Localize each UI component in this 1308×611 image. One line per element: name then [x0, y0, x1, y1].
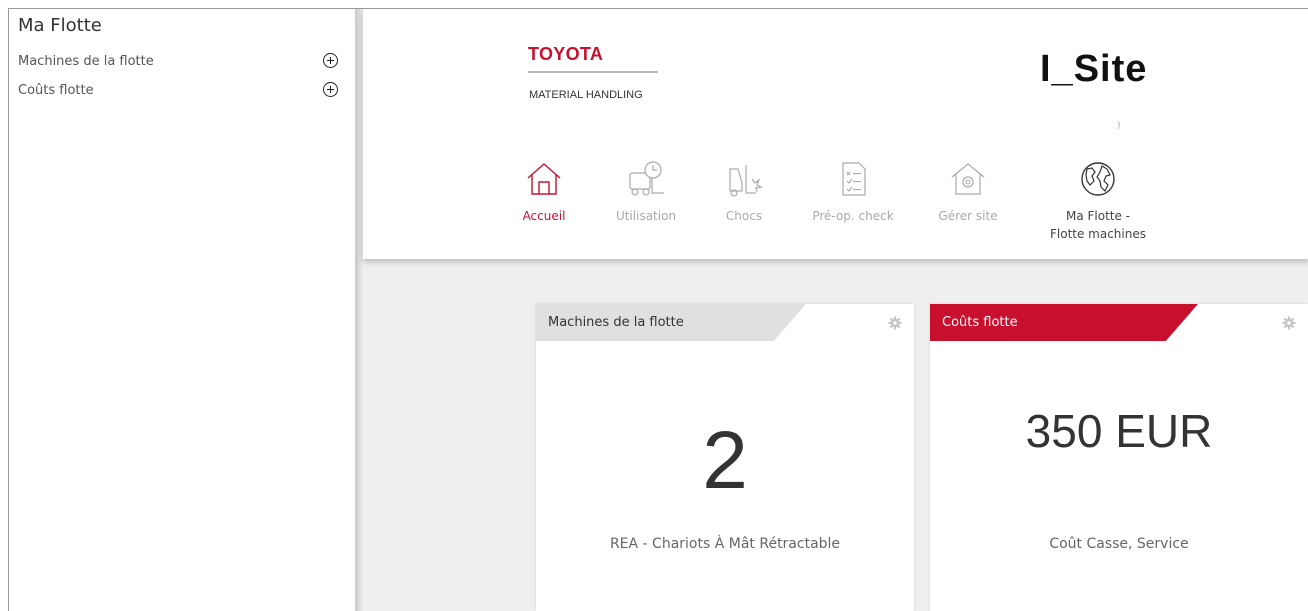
sidebar-divider[interactable] [355, 9, 363, 611]
nav-label[interactable]: Utilisation [611, 207, 681, 225]
card-fleet-machines[interactable]: Machines de la flotte 2 REA - Chariots À… [536, 304, 914, 611]
nav-label-line2[interactable]: Flotte machines [1043, 225, 1153, 243]
sidebar-item-machines[interactable]: Machines de la flotte [18, 53, 348, 73]
nav-utilisation[interactable]: Utilisation [611, 159, 681, 225]
forklift-impact-icon [729, 165, 763, 197]
card-subtitle: Coût Casse, Service [1049, 536, 1189, 552]
plus-circle-icon[interactable] [323, 53, 338, 68]
nav-accueil[interactable]: Accueil [520, 159, 568, 225]
header-mark: ) [1117, 121, 1121, 131]
fleet-cost-value: 350 EUR [1025, 405, 1213, 457]
logo-divider [528, 71, 658, 73]
nav-label[interactable]: Accueil [520, 207, 568, 225]
app-window: Ma Flotte Machines de la flotte Coûts fl… [8, 8, 1308, 611]
sidebar-item-label[interactable]: Machines de la flotte [18, 54, 154, 69]
checklist-icon [842, 162, 866, 196]
sidebar: Ma Flotte Machines de la flotte Coûts fl… [9, 9, 355, 611]
nav-preop-check[interactable]: Pré-op. check [803, 159, 903, 225]
header: TOYOTA MATERIAL HANDLING I_Site ) Accuei… [363, 9, 1308, 259]
fleet-machine-count: 2 [702, 415, 748, 506]
home-icon [527, 163, 561, 195]
nav-gerer-site[interactable]: Gérer site [933, 159, 1003, 225]
toyota-logo-subtitle: MATERIAL HANDLING [529, 89, 643, 101]
sidebar-item-costs[interactable]: Coûts flotte [18, 82, 348, 102]
card-title: Machines de la flotte [536, 304, 806, 341]
nav-ma-flotte[interactable]: Ma Flotte - Flotte machines [1043, 159, 1153, 243]
card-fleet-costs[interactable]: Coûts flotte 350 EUR Coût Casse, Service [930, 304, 1308, 611]
nav-label[interactable]: Chocs [719, 207, 769, 225]
forklift-clock-icon [629, 161, 664, 196]
nav-label[interactable]: Gérer site [933, 207, 1003, 225]
card-subtitle: REA - Chariots À Mât Rétractable [609, 536, 841, 552]
sidebar-title: Ma Flotte [18, 15, 102, 36]
isite-logo: I_Site [1040, 48, 1148, 90]
main-content: TOYOTA MATERIAL HANDLING I_Site ) Accuei… [363, 9, 1308, 611]
card-title: Coûts flotte [930, 304, 1198, 341]
gear-icon[interactable] [888, 316, 902, 330]
nav-label[interactable]: Pré-op. check [803, 207, 903, 225]
gear-icon[interactable] [1282, 316, 1296, 330]
sidebar-item-label[interactable]: Coûts flotte [18, 83, 94, 98]
nav-chocs[interactable]: Chocs [719, 159, 769, 225]
plus-circle-icon[interactable] [323, 82, 338, 97]
site-settings-icon [951, 163, 985, 195]
toyota-logo: TOYOTA [528, 44, 604, 64]
globe-icon [1081, 162, 1115, 196]
nav-label[interactable]: Ma Flotte - [1043, 207, 1153, 225]
